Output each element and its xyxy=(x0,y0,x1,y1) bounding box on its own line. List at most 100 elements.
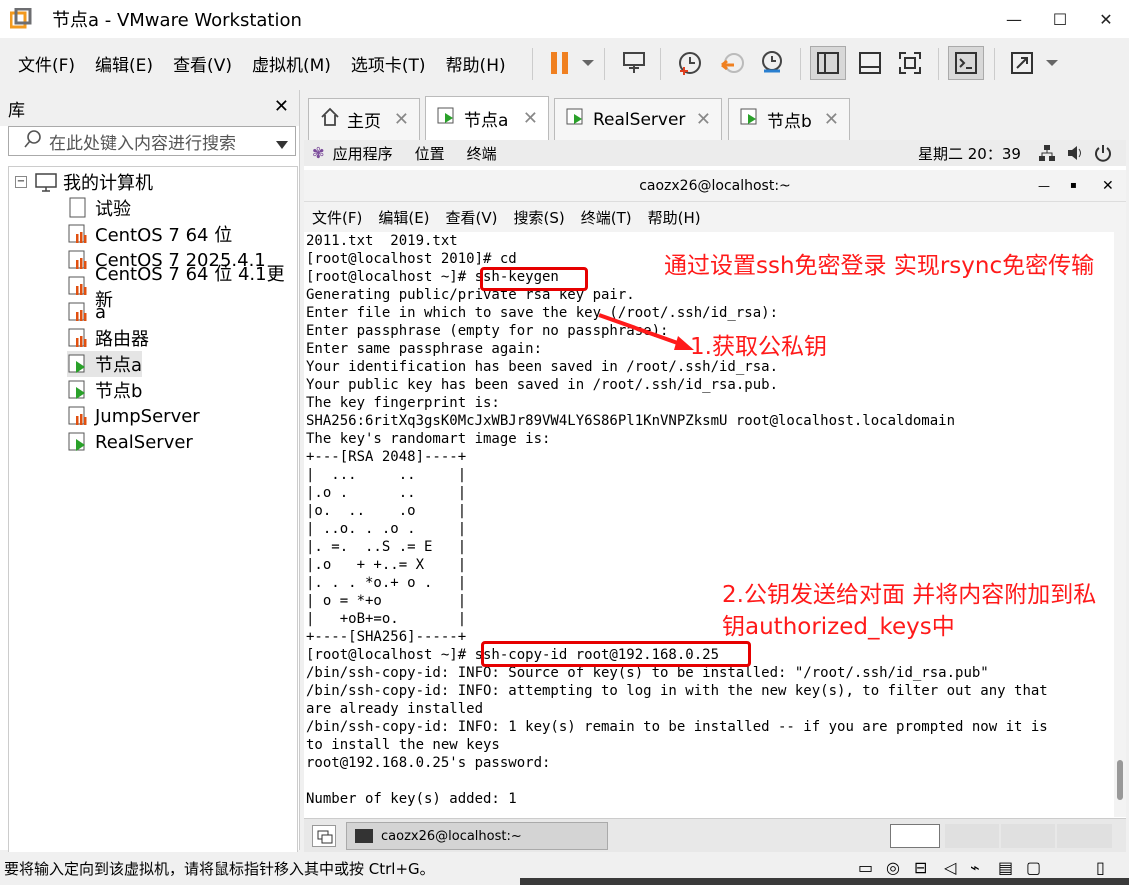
collapse-icon[interactable]: − xyxy=(15,176,27,188)
computer-icon xyxy=(35,171,57,193)
terminal-line: /bin/ssh-copy-id: INFO: 1 key(s) remain … xyxy=(306,719,1048,735)
library-title: 库 xyxy=(8,100,25,121)
tree-item[interactable]: CentOS 7 64 位 4.1更新 xyxy=(67,264,297,311)
maximize-icon[interactable]: ☐ xyxy=(1037,0,1083,38)
search-placeholder: 在此处键入内容进行搜索 xyxy=(49,133,236,154)
tree-item[interactable]: a xyxy=(67,299,106,325)
sound-icon[interactable]: ◁ xyxy=(944,858,956,877)
tree-item[interactable]: 路由器 xyxy=(67,325,149,351)
search-icon xyxy=(23,129,43,154)
host-taskbar-strip xyxy=(520,878,1129,885)
tree-item[interactable]: 试验 xyxy=(67,195,131,221)
tab-node-b[interactable]: 节点b ✕ xyxy=(728,98,850,140)
library-search[interactable]: 在此处键入内容进行搜索 xyxy=(8,126,296,156)
volume-icon[interactable] xyxy=(1066,144,1084,166)
terminal-line: SHA256:6ritXq3gsK0McJxWBJr89VW4LY6S86Pl1… xyxy=(306,413,956,429)
workspace-3[interactable] xyxy=(1001,824,1055,848)
tree-item-label: 试验 xyxy=(95,199,131,220)
snapshot-icon[interactable] xyxy=(672,46,708,80)
workspace-1[interactable] xyxy=(890,824,940,848)
message-icon[interactable]: ▯ xyxy=(1096,858,1105,877)
close-icon[interactable]: ✕ xyxy=(696,109,711,130)
terminal-menu-edit[interactable]: 编辑(E) xyxy=(378,207,429,228)
tree-item[interactable]: CentOS 7 64 位 xyxy=(67,221,232,247)
cd-icon[interactable]: ◎ xyxy=(886,858,900,877)
terminal-menu-file[interactable]: 文件(F) xyxy=(312,207,362,228)
revert-snapshot-icon[interactable] xyxy=(714,46,750,80)
tab-home[interactable]: 主页 ✕ xyxy=(308,98,420,140)
tab-label: 节点a xyxy=(464,111,509,131)
terminal-menu-search[interactable]: 搜索(S) xyxy=(514,207,565,228)
show-desktop-icon[interactable] xyxy=(312,825,336,847)
tree-item[interactable]: RealServer xyxy=(67,429,193,455)
applications-icon: ✾ xyxy=(312,144,325,162)
terminal-scrollbar[interactable] xyxy=(1114,232,1126,817)
send-ctrl-alt-del-icon[interactable] xyxy=(616,46,652,80)
vm-console[interactable]: ✾ 应用程序 位置 终端 星期二 20：39 caozx26@localhost… xyxy=(304,140,1126,820)
tab-realserver[interactable]: RealServer ✕ xyxy=(554,98,722,140)
vm-off-icon xyxy=(67,275,89,297)
tree-item[interactable]: 节点b xyxy=(67,377,142,403)
vm-tree: − 我的计算机 试验 CentOS 7 64 位 CentOS 7 2025.4.1 Ce… xyxy=(8,166,298,856)
gnome-places-menu[interactable]: 位置 xyxy=(415,143,445,164)
close-icon[interactable]: ✕ xyxy=(1083,0,1129,38)
menu-file[interactable]: 文件(F) xyxy=(8,51,85,76)
terminal-icon xyxy=(355,829,373,843)
tree-item-label: CentOS 7 64 位 xyxy=(95,225,233,246)
tab-node-a[interactable]: 节点a ✕ xyxy=(425,96,549,140)
status-text: 要将输入定向到该虚拟机，请将鼠标指针移入其中或按 Ctrl+G。 xyxy=(4,860,435,878)
menu-edit[interactable]: 编辑(E) xyxy=(85,51,163,76)
tab-label: RealServer xyxy=(593,109,686,130)
terminal-menu-view[interactable]: 查看(V) xyxy=(446,207,498,228)
hdd-icon[interactable]: ▭ xyxy=(858,858,873,877)
menu-view[interactable]: 查看(V) xyxy=(163,51,242,76)
console-view-icon[interactable] xyxy=(948,46,984,80)
close-icon[interactable]: ✕ xyxy=(824,109,839,130)
tree-item[interactable]: JumpServer xyxy=(67,403,200,429)
taskbar-item-label: caozx26@localhost:~ xyxy=(381,828,522,844)
close-icon[interactable]: ✕ xyxy=(1102,178,1114,194)
terminal-menu-terminal[interactable]: 终端(T) xyxy=(581,207,632,228)
close-icon[interactable]: ✕ xyxy=(523,108,538,129)
terminal-line: The key fingerprint is: xyxy=(306,395,500,411)
vm-off-icon xyxy=(67,223,89,245)
highlight-ssh-keygen xyxy=(480,267,588,291)
network-adapter-icon[interactable]: ⊟ xyxy=(914,858,927,877)
power-icon[interactable] xyxy=(1094,144,1112,166)
tree-item-label: 我的计算机 xyxy=(63,173,153,194)
minimize-icon[interactable]: — xyxy=(1038,179,1050,193)
close-icon[interactable]: ✕ xyxy=(274,96,289,117)
terminal-menu-help[interactable]: 帮助(H) xyxy=(648,207,701,228)
menu-help[interactable]: 帮助(H) xyxy=(436,51,516,76)
taskbar-terminal-item[interactable]: caozx26@localhost:~ xyxy=(346,822,608,850)
snapshot-manager-icon[interactable] xyxy=(754,46,790,80)
maximize-icon[interactable]: ▪ xyxy=(1070,180,1077,191)
gnome-applications-menu[interactable]: 应用程序 xyxy=(333,143,393,164)
annotation-step2-line2: 钥authorized_keys中 xyxy=(722,614,955,640)
tree-item[interactable]: − 我的计算机 xyxy=(15,169,153,195)
library-view-icon[interactable] xyxy=(810,46,846,80)
menu-vm[interactable]: 虚拟机(M) xyxy=(242,51,341,76)
fullscreen-icon[interactable] xyxy=(892,46,928,80)
close-icon[interactable]: ✕ xyxy=(394,109,409,130)
chevron-down-icon[interactable] xyxy=(1034,46,1070,80)
printer-icon[interactable]: ▤ xyxy=(998,858,1013,877)
tree-item-label: 路由器 xyxy=(95,329,149,350)
network-icon[interactable] xyxy=(1038,144,1056,166)
menu-tabs[interactable]: 选项卡(T) xyxy=(341,51,436,76)
terminal-line: | +oB+=o. | xyxy=(306,611,467,627)
usb-icon[interactable]: ⌁ xyxy=(970,858,980,877)
annotation-step2-line1: 2.公钥发送给对面 并将内容附加到私 xyxy=(722,582,1097,608)
thumbnail-view-icon[interactable] xyxy=(852,46,888,80)
tree-item[interactable]: 节点a xyxy=(67,351,143,377)
gnome-clock[interactable]: 星期二 20：39 xyxy=(918,143,1021,164)
chevron-down-icon[interactable] xyxy=(275,135,289,155)
workspace-4[interactable] xyxy=(1057,824,1112,848)
workspace-2[interactable] xyxy=(945,824,999,848)
annotation-heading: 通过设置ssh免密登录 实现rsync免密传输 xyxy=(664,253,1095,279)
terminal-output[interactable]: 2011.txt 2019.txt [root@localhost 2010]# … xyxy=(304,232,1114,817)
gnome-terminal-menu[interactable]: 终端 xyxy=(467,143,497,164)
minimize-icon[interactable]: — xyxy=(991,0,1037,38)
chevron-down-icon[interactable] xyxy=(570,46,606,80)
display-icon[interactable]: ▢ xyxy=(1026,858,1041,877)
